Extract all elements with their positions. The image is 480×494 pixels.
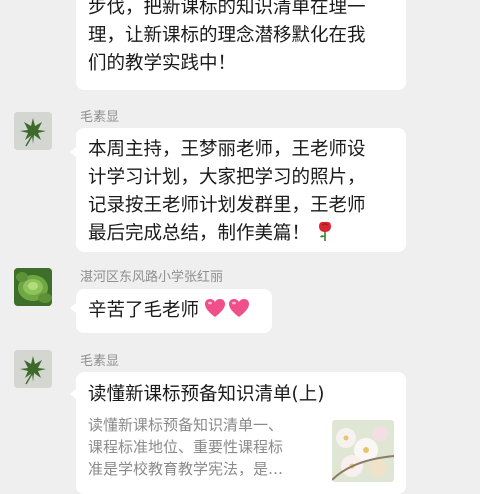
two-hearts-icon <box>204 299 249 317</box>
message-bubble[interactable]: 步伐，把新课标的知识清单在理一 理，让新课标的理念潜移默化在我 们的教学实践中！ <box>76 0 406 90</box>
message-text: 辛苦了毛老师 <box>88 300 200 321</box>
avatar[interactable] <box>14 112 52 150</box>
message-line: 计学习计划，大家把学习的照片， <box>88 167 366 188</box>
maple-leaf-icon <box>14 350 52 388</box>
link-card[interactable]: 读懂新课标预备知识清单(上) 读懂新课标预备知识清单一、 课程标准地位、重要性课… <box>76 372 406 494</box>
maple-leaf-icon <box>14 112 52 150</box>
rose-icon <box>318 221 331 241</box>
message-bubble[interactable]: 本周主持，王梦丽老师，王老师设 计学习计划，大家把学习的照片， 记录按王老师计划… <box>76 128 406 252</box>
message-line: 最后完成总结，制作美篇！ <box>88 220 394 248</box>
message-line: 本周主持，王梦丽老师，王老师设 <box>88 139 366 160</box>
card-desc-line: 课程标准地位、重要性课程标 <box>88 438 284 456</box>
succulent-icon <box>14 268 52 306</box>
message-line: 理，让新课标的理念潜移默化在我 <box>88 25 366 46</box>
message-line: 们的教学实践中！ <box>88 53 237 74</box>
card-description: 读懂新课标预备知识清单一、 课程标准地位、重要性课程标 准是学校教育教学宪法，是… <box>88 414 283 480</box>
sender-name: 毛素显 <box>80 110 120 125</box>
sender-name: 湛河区东风路小学张红丽 <box>80 270 224 285</box>
avatar[interactable] <box>14 350 52 388</box>
blossom-image <box>332 420 394 482</box>
message-line-text: 最后完成总结，制作美篇！ <box>88 223 311 244</box>
card-title: 读懂新课标预备知识清单(上) <box>88 384 325 405</box>
sender-name: 毛素显 <box>80 354 120 369</box>
message-bubble[interactable]: 辛苦了毛老师 <box>76 289 272 333</box>
card-desc-line: 读懂新课标预备知识清单一、 <box>88 416 284 434</box>
card-desc-line: 准是学校教育教学宪法，是… <box>88 460 284 478</box>
card-thumbnail <box>332 420 394 482</box>
avatar[interactable] <box>14 268 52 306</box>
message-line: 记录按王老师计划发群里，王老师 <box>88 195 366 216</box>
message-line: 步伐，把新课标的知识清单在理一 <box>88 0 366 18</box>
